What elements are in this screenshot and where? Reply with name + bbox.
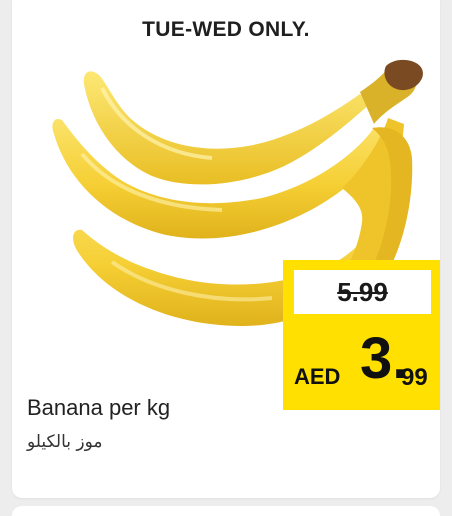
product-name: Banana per kg <box>27 395 171 420</box>
promo-tag: TUE-WED ONLY. <box>142 18 310 41</box>
currency-label: AED <box>294 364 341 389</box>
old-price-panel: 5.99 <box>294 270 431 314</box>
price-box: 5.99 AED 3. 99 <box>283 260 440 410</box>
product-card[interactable]: TUE-WED ONLY. 5.99 AED 3. 99 Banana per … <box>12 0 440 498</box>
old-price: 5.99 <box>337 276 388 307</box>
price-fraction: 99 <box>401 364 428 391</box>
product-name-arabic: موز بالكيلو <box>27 432 103 452</box>
next-product-card <box>12 506 440 516</box>
